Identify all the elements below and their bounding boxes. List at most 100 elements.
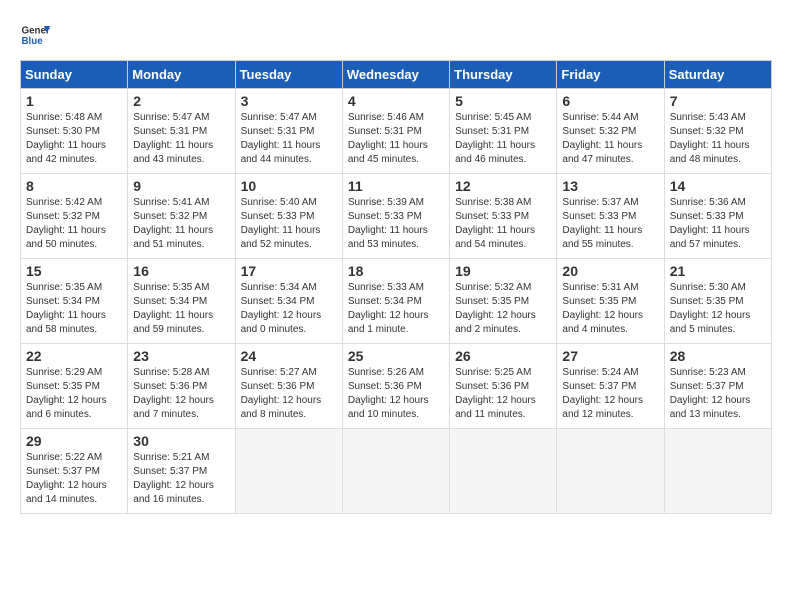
col-header-monday: Monday bbox=[128, 61, 235, 89]
day-info: Sunrise: 5:33 AMSunset: 5:34 PMDaylight:… bbox=[348, 281, 444, 337]
day-cell: 11 Sunrise: 5:39 AMSunset: 5:33 PMDaylig… bbox=[342, 174, 449, 259]
col-header-friday: Friday bbox=[557, 61, 664, 89]
day-info: Sunrise: 5:21 AMSunset: 5:37 PMDaylight:… bbox=[133, 451, 229, 507]
day-cell: 16 Sunrise: 5:35 AMSunset: 5:34 PMDaylig… bbox=[128, 259, 235, 344]
day-number: 13 bbox=[562, 178, 658, 194]
day-number: 15 bbox=[26, 263, 122, 279]
day-cell bbox=[235, 429, 342, 514]
day-info: Sunrise: 5:45 AMSunset: 5:31 PMDaylight:… bbox=[455, 111, 551, 167]
day-info: Sunrise: 5:25 AMSunset: 5:36 PMDaylight:… bbox=[455, 366, 551, 422]
day-number: 14 bbox=[670, 178, 766, 194]
day-cell: 28 Sunrise: 5:23 AMSunset: 5:37 PMDaylig… bbox=[664, 344, 771, 429]
day-cell: 21 Sunrise: 5:30 AMSunset: 5:35 PMDaylig… bbox=[664, 259, 771, 344]
day-info: Sunrise: 5:47 AMSunset: 5:31 PMDaylight:… bbox=[241, 111, 337, 167]
day-info: Sunrise: 5:31 AMSunset: 5:35 PMDaylight:… bbox=[562, 281, 658, 337]
day-number: 3 bbox=[241, 93, 337, 109]
day-info: Sunrise: 5:42 AMSunset: 5:32 PMDaylight:… bbox=[26, 196, 122, 252]
day-number: 9 bbox=[133, 178, 229, 194]
day-number: 27 bbox=[562, 348, 658, 364]
week-row-3: 15 Sunrise: 5:35 AMSunset: 5:34 PMDaylig… bbox=[21, 259, 772, 344]
logo-icon: General Blue bbox=[20, 20, 50, 50]
day-cell: 12 Sunrise: 5:38 AMSunset: 5:33 PMDaylig… bbox=[450, 174, 557, 259]
day-info: Sunrise: 5:35 AMSunset: 5:34 PMDaylight:… bbox=[26, 281, 122, 337]
day-cell: 18 Sunrise: 5:33 AMSunset: 5:34 PMDaylig… bbox=[342, 259, 449, 344]
day-cell: 25 Sunrise: 5:26 AMSunset: 5:36 PMDaylig… bbox=[342, 344, 449, 429]
day-info: Sunrise: 5:40 AMSunset: 5:33 PMDaylight:… bbox=[241, 196, 337, 252]
day-cell: 27 Sunrise: 5:24 AMSunset: 5:37 PMDaylig… bbox=[557, 344, 664, 429]
day-number: 24 bbox=[241, 348, 337, 364]
svg-text:Blue: Blue bbox=[22, 36, 44, 47]
day-cell: 2 Sunrise: 5:47 AMSunset: 5:31 PMDayligh… bbox=[128, 89, 235, 174]
day-cell: 29 Sunrise: 5:22 AMSunset: 5:37 PMDaylig… bbox=[21, 429, 128, 514]
day-number: 5 bbox=[455, 93, 551, 109]
day-number: 2 bbox=[133, 93, 229, 109]
day-cell: 19 Sunrise: 5:32 AMSunset: 5:35 PMDaylig… bbox=[450, 259, 557, 344]
day-number: 28 bbox=[670, 348, 766, 364]
day-number: 19 bbox=[455, 263, 551, 279]
day-info: Sunrise: 5:44 AMSunset: 5:32 PMDaylight:… bbox=[562, 111, 658, 167]
day-cell: 13 Sunrise: 5:37 AMSunset: 5:33 PMDaylig… bbox=[557, 174, 664, 259]
col-header-thursday: Thursday bbox=[450, 61, 557, 89]
day-number: 21 bbox=[670, 263, 766, 279]
day-number: 11 bbox=[348, 178, 444, 194]
day-info: Sunrise: 5:39 AMSunset: 5:33 PMDaylight:… bbox=[348, 196, 444, 252]
day-number: 29 bbox=[26, 433, 122, 449]
day-info: Sunrise: 5:47 AMSunset: 5:31 PMDaylight:… bbox=[133, 111, 229, 167]
col-header-sunday: Sunday bbox=[21, 61, 128, 89]
week-row-5: 29 Sunrise: 5:22 AMSunset: 5:37 PMDaylig… bbox=[21, 429, 772, 514]
day-cell: 23 Sunrise: 5:28 AMSunset: 5:36 PMDaylig… bbox=[128, 344, 235, 429]
day-number: 6 bbox=[562, 93, 658, 109]
day-cell: 4 Sunrise: 5:46 AMSunset: 5:31 PMDayligh… bbox=[342, 89, 449, 174]
day-info: Sunrise: 5:36 AMSunset: 5:33 PMDaylight:… bbox=[670, 196, 766, 252]
calendar-table: SundayMondayTuesdayWednesdayThursdayFrid… bbox=[20, 60, 772, 514]
day-info: Sunrise: 5:26 AMSunset: 5:36 PMDaylight:… bbox=[348, 366, 444, 422]
day-number: 22 bbox=[26, 348, 122, 364]
day-cell: 5 Sunrise: 5:45 AMSunset: 5:31 PMDayligh… bbox=[450, 89, 557, 174]
day-cell: 9 Sunrise: 5:41 AMSunset: 5:32 PMDayligh… bbox=[128, 174, 235, 259]
day-number: 12 bbox=[455, 178, 551, 194]
day-info: Sunrise: 5:22 AMSunset: 5:37 PMDaylight:… bbox=[26, 451, 122, 507]
day-info: Sunrise: 5:38 AMSunset: 5:33 PMDaylight:… bbox=[455, 196, 551, 252]
day-cell: 24 Sunrise: 5:27 AMSunset: 5:36 PMDaylig… bbox=[235, 344, 342, 429]
day-cell bbox=[450, 429, 557, 514]
col-header-tuesday: Tuesday bbox=[235, 61, 342, 89]
day-info: Sunrise: 5:37 AMSunset: 5:33 PMDaylight:… bbox=[562, 196, 658, 252]
day-info: Sunrise: 5:24 AMSunset: 5:37 PMDaylight:… bbox=[562, 366, 658, 422]
day-number: 16 bbox=[133, 263, 229, 279]
day-info: Sunrise: 5:48 AMSunset: 5:30 PMDaylight:… bbox=[26, 111, 122, 167]
day-number: 4 bbox=[348, 93, 444, 109]
day-info: Sunrise: 5:32 AMSunset: 5:35 PMDaylight:… bbox=[455, 281, 551, 337]
day-cell: 22 Sunrise: 5:29 AMSunset: 5:35 PMDaylig… bbox=[21, 344, 128, 429]
day-number: 23 bbox=[133, 348, 229, 364]
day-cell: 20 Sunrise: 5:31 AMSunset: 5:35 PMDaylig… bbox=[557, 259, 664, 344]
day-info: Sunrise: 5:46 AMSunset: 5:31 PMDaylight:… bbox=[348, 111, 444, 167]
week-row-2: 8 Sunrise: 5:42 AMSunset: 5:32 PMDayligh… bbox=[21, 174, 772, 259]
day-info: Sunrise: 5:41 AMSunset: 5:32 PMDaylight:… bbox=[133, 196, 229, 252]
day-cell: 1 Sunrise: 5:48 AMSunset: 5:30 PMDayligh… bbox=[21, 89, 128, 174]
day-cell bbox=[557, 429, 664, 514]
day-info: Sunrise: 5:30 AMSunset: 5:35 PMDaylight:… bbox=[670, 281, 766, 337]
day-info: Sunrise: 5:23 AMSunset: 5:37 PMDaylight:… bbox=[670, 366, 766, 422]
day-cell: 30 Sunrise: 5:21 AMSunset: 5:37 PMDaylig… bbox=[128, 429, 235, 514]
day-cell: 10 Sunrise: 5:40 AMSunset: 5:33 PMDaylig… bbox=[235, 174, 342, 259]
day-number: 17 bbox=[241, 263, 337, 279]
day-cell: 26 Sunrise: 5:25 AMSunset: 5:36 PMDaylig… bbox=[450, 344, 557, 429]
day-number: 20 bbox=[562, 263, 658, 279]
day-number: 1 bbox=[26, 93, 122, 109]
day-cell: 15 Sunrise: 5:35 AMSunset: 5:34 PMDaylig… bbox=[21, 259, 128, 344]
day-number: 30 bbox=[133, 433, 229, 449]
week-row-4: 22 Sunrise: 5:29 AMSunset: 5:35 PMDaylig… bbox=[21, 344, 772, 429]
day-number: 18 bbox=[348, 263, 444, 279]
header-row: SundayMondayTuesdayWednesdayThursdayFrid… bbox=[21, 61, 772, 89]
col-header-saturday: Saturday bbox=[664, 61, 771, 89]
day-cell: 6 Sunrise: 5:44 AMSunset: 5:32 PMDayligh… bbox=[557, 89, 664, 174]
day-number: 25 bbox=[348, 348, 444, 364]
day-cell bbox=[664, 429, 771, 514]
day-number: 26 bbox=[455, 348, 551, 364]
col-header-wednesday: Wednesday bbox=[342, 61, 449, 89]
day-info: Sunrise: 5:27 AMSunset: 5:36 PMDaylight:… bbox=[241, 366, 337, 422]
logo: General Blue bbox=[20, 20, 50, 50]
day-cell: 14 Sunrise: 5:36 AMSunset: 5:33 PMDaylig… bbox=[664, 174, 771, 259]
day-info: Sunrise: 5:34 AMSunset: 5:34 PMDaylight:… bbox=[241, 281, 337, 337]
day-cell: 17 Sunrise: 5:34 AMSunset: 5:34 PMDaylig… bbox=[235, 259, 342, 344]
